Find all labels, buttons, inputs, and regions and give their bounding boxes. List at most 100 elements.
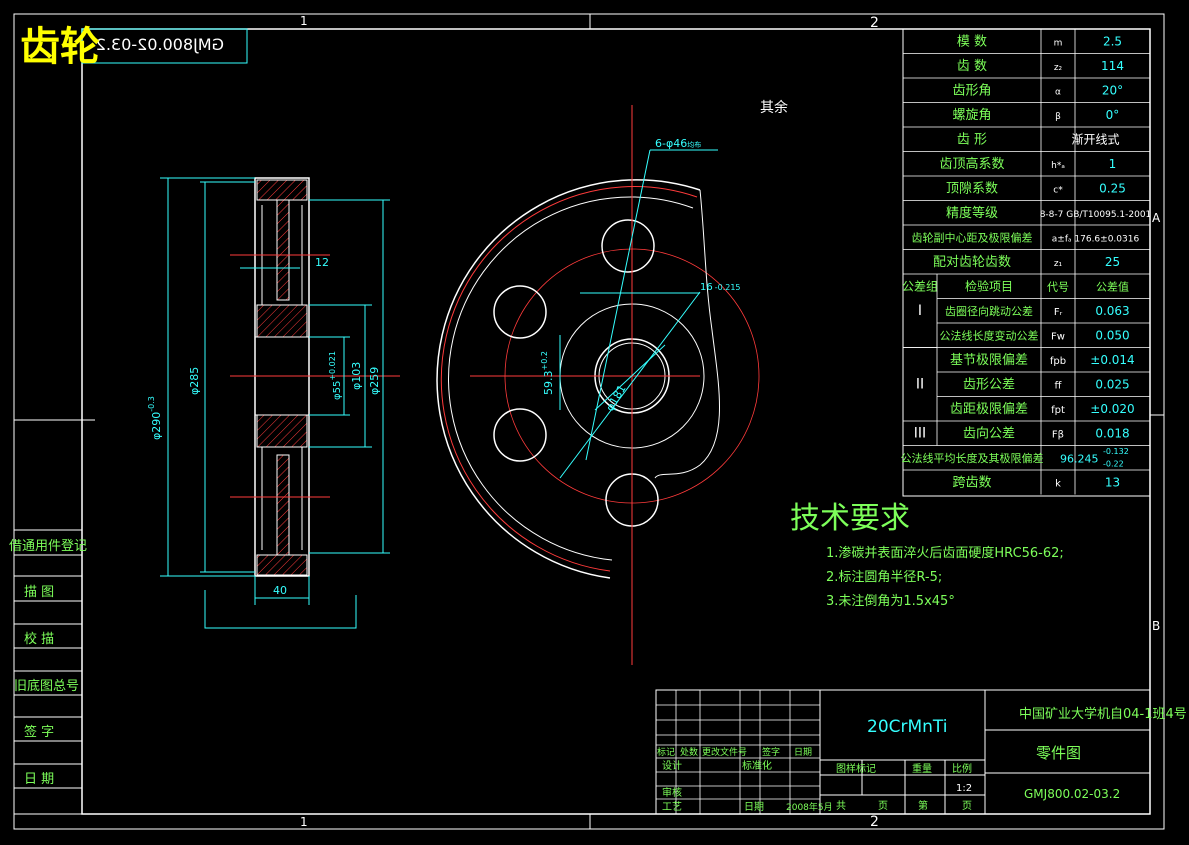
param-name: 螺旋角 bbox=[952, 108, 991, 123]
tol-item: 基节极限偏差 bbox=[950, 353, 1028, 368]
tol-value: ±0.020 bbox=[1090, 402, 1134, 416]
sign-label: 标准化 bbox=[742, 759, 772, 772]
param-symbol: h*ₐ bbox=[1051, 161, 1065, 171]
register-label: 日 期 bbox=[24, 772, 54, 787]
param-value: 2.5 bbox=[1103, 35, 1122, 49]
hub-section-bottom bbox=[256, 414, 308, 448]
param-value: 20° bbox=[1102, 84, 1123, 98]
drawing-sheet: 1 2 1 2 A B GMJ800.02-03.2 齿轮 其余 φ290-0.… bbox=[0, 0, 1189, 841]
dim-103: φ103 bbox=[350, 362, 363, 390]
span-teeth-symbol: k bbox=[1055, 479, 1061, 490]
tol-item: 公法线长度变动公差 bbox=[940, 329, 1039, 343]
tol-value-header: 公差值 bbox=[1096, 280, 1129, 294]
param-name: 精度等级 bbox=[946, 205, 998, 221]
register-label: 借通用件登记 bbox=[9, 539, 87, 554]
param-value: 114 bbox=[1101, 59, 1124, 73]
process-label: 工艺 bbox=[662, 801, 682, 813]
common-normal-lower: -0.22 bbox=[1103, 459, 1124, 468]
param-value: 25 bbox=[1105, 255, 1120, 269]
common-normal-value: 96.245 bbox=[1060, 453, 1099, 466]
break-line bbox=[654, 189, 720, 479]
front-view: 6-φ46均布 16 -0.215 59.3+0.2 φ181 bbox=[436, 105, 760, 665]
param-value: a±fₐ 176.6±0.0316 bbox=[1052, 235, 1140, 245]
tol-item: 齿向公差 bbox=[963, 426, 1015, 442]
tech-req-item: 2.标注圆角半径R-5; bbox=[826, 570, 942, 585]
tol-code: Fw bbox=[1051, 332, 1065, 343]
rev-header: 标记 bbox=[657, 746, 675, 758]
stage-header: 比例 bbox=[952, 762, 972, 775]
tol-item-header: 检验项目 bbox=[965, 279, 1013, 294]
param-symbol: c* bbox=[1053, 186, 1063, 196]
param-name: 配对齿轮齿数 bbox=[933, 255, 1011, 270]
gear-tip-circle bbox=[436, 179, 701, 579]
tol-value: 0.025 bbox=[1095, 378, 1129, 392]
tech-req-item: 1.渗碳并表面淬火后齿面硬度HRC56-62; bbox=[826, 545, 1064, 561]
param-rows: 模 数 m 2.5 齿 数 z₂ 114 齿形角 α 20° 螺旋角 β 0° 齿 形 渐开线式齿顶高系数… bbox=[901, 29, 1152, 495]
rim-section-top bbox=[256, 179, 308, 201]
common-normal-item: 公法线平均长度及其极限偏差 bbox=[901, 451, 1044, 465]
tol-code-header: 代号 bbox=[1047, 281, 1069, 294]
param-symbol: z₂ bbox=[1054, 63, 1063, 73]
outer-frame bbox=[13, 13, 1165, 830]
lightening-hole bbox=[493, 285, 547, 339]
left-register-table: 借通用件登记 描 图 校 描 旧底图总号 签 字 日 期 bbox=[9, 529, 87, 815]
param-value: 8-8-7 GB/T10095.1-2001 bbox=[1040, 210, 1152, 220]
param-name: 齿轮副中心距及极限偏差 bbox=[912, 231, 1033, 245]
tol-code: Fᵣ bbox=[1054, 307, 1063, 318]
tech-req-title: 技术要求 bbox=[790, 501, 910, 536]
rev-header: 签字 bbox=[762, 746, 780, 758]
web-section-top bbox=[276, 199, 290, 301]
sheet-label: 页 bbox=[878, 800, 888, 812]
tol-code: ff bbox=[1055, 381, 1063, 392]
register-label: 校 描 bbox=[24, 631, 54, 647]
review-label: 审核 bbox=[662, 786, 682, 799]
param-value: 1 bbox=[1109, 157, 1117, 171]
lightening-hole bbox=[601, 219, 655, 273]
param-name: 模 数 bbox=[957, 35, 987, 50]
dim-od: φ290-0.3 bbox=[147, 396, 163, 440]
mirrored-code: GMJ800.02-03.2 bbox=[96, 35, 224, 54]
sign-label: 设计 bbox=[662, 759, 682, 772]
tol-value: 0.050 bbox=[1095, 329, 1129, 343]
web-section-bottom bbox=[276, 454, 290, 556]
rev-header: 更改文件号 bbox=[702, 746, 747, 758]
param-table: 模 数 m 2.5 齿 数 z₂ 114 齿形角 α 20° 螺旋角 β 0° 齿 形 渐开线式齿顶高系数… bbox=[901, 28, 1152, 497]
sheet-label: 页 bbox=[962, 800, 972, 812]
drawing-name: 零件图 bbox=[1036, 744, 1081, 762]
sheet-label: 第 bbox=[918, 799, 928, 812]
tol-item: 齿形公差 bbox=[963, 378, 1015, 393]
tol-code: fpt bbox=[1051, 405, 1065, 416]
cad-canvas: 1 2 1 2 A B GMJ800.02-03.2 齿轮 其余 φ290-0.… bbox=[9, 13, 1187, 830]
tech-req-item: 3.未注倒角为1.5x45° bbox=[826, 594, 955, 609]
dim-259: φ259 bbox=[368, 367, 381, 395]
tol-group-header: 公差组 bbox=[902, 280, 938, 294]
dim-285: φ285 bbox=[188, 367, 201, 395]
zone-label: 1 bbox=[300, 14, 308, 28]
sheet-label: 共 bbox=[836, 800, 846, 812]
param-symbol: m bbox=[1054, 39, 1063, 49]
register-label: 签 字 bbox=[24, 724, 54, 740]
stage-header: 重量 bbox=[912, 762, 932, 775]
dim-width: 40 bbox=[273, 584, 287, 597]
stage-header: 图样标记 bbox=[836, 762, 876, 775]
dim-keyhub: 59.3+0.2 bbox=[540, 351, 555, 395]
param-name: 顶隙系数 bbox=[946, 182, 998, 197]
rev-header: 处数 bbox=[680, 746, 698, 758]
param-symbol: α bbox=[1055, 88, 1061, 98]
material: 20CrMnTi bbox=[867, 717, 948, 737]
drawing-number: GMJ800.02-03.2 bbox=[1024, 787, 1120, 801]
drawing-title: 齿轮 bbox=[20, 24, 100, 70]
tol-code: Fβ bbox=[1052, 430, 1064, 441]
inner-frame bbox=[81, 28, 1151, 815]
param-symbol: z₁ bbox=[1054, 259, 1063, 269]
param-name: 齿形角 bbox=[952, 84, 991, 99]
tol-group: III bbox=[914, 426, 926, 442]
rim-section-bottom bbox=[256, 554, 308, 576]
lightening-hole bbox=[493, 408, 547, 462]
school-name: 中国矿业大学机自04-1班4号 bbox=[1019, 706, 1187, 722]
register-label: 描 图 bbox=[24, 585, 54, 600]
param-name: 齿 数 bbox=[957, 59, 987, 74]
tol-group: I bbox=[918, 303, 922, 319]
rev-header: 日期 bbox=[794, 747, 812, 758]
scale: 1:2 bbox=[956, 783, 972, 794]
